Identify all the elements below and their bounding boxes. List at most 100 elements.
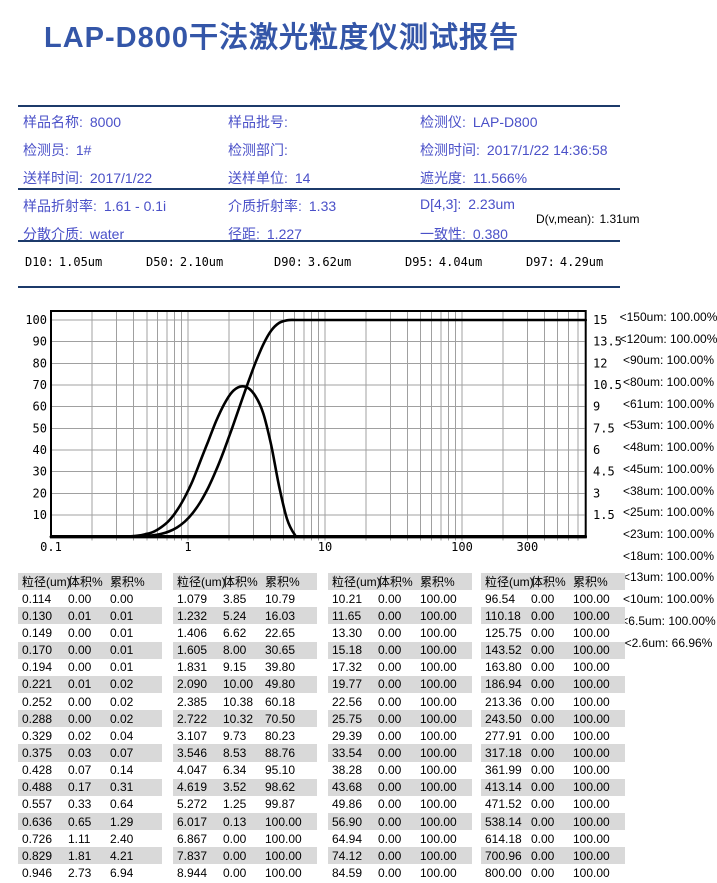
- axis-tick-label: 300: [517, 540, 539, 554]
- axis-tick-label: 9: [593, 400, 600, 414]
- field-label: D(v,mean):: [536, 212, 594, 226]
- table-row: 43.680.00100.00: [328, 779, 472, 796]
- table-cell: 800.00: [481, 866, 527, 880]
- field-span: 径距:1.227: [228, 224, 302, 244]
- field-label: 样品折射率:: [23, 198, 97, 214]
- field-sample-batch: 样品批号:: [228, 112, 295, 132]
- threshold-item: <48um: 100.00%: [620, 436, 717, 458]
- table-cell: 6.62: [219, 626, 261, 640]
- field-label: 检测仪:: [420, 114, 466, 130]
- table-row: 0.5570.330.64: [18, 796, 162, 813]
- table-cell: 0.00: [64, 643, 106, 657]
- table-cell: 99.87: [261, 797, 317, 811]
- table-cell: 2.40: [106, 832, 162, 846]
- table-cell: 88.76: [261, 746, 317, 760]
- field-value: 1.61 - 0.1i: [104, 198, 166, 214]
- table-cell: 9.73: [219, 729, 261, 743]
- table-cell: 80.23: [261, 729, 317, 743]
- table-cell: 100.00: [416, 677, 472, 691]
- table-cell: 100.00: [569, 609, 625, 623]
- table-cell: 1.232: [173, 609, 219, 623]
- table-cell: 体积%: [219, 573, 261, 590]
- table-cell: 100.00: [416, 626, 472, 640]
- table-cell: 0.829: [18, 849, 64, 863]
- table-cell: 100.00: [261, 849, 317, 863]
- table-cell: 0.114: [18, 592, 64, 606]
- table-row: 110.180.00100.00: [481, 607, 625, 624]
- table-cell: 0.428: [18, 763, 64, 777]
- table-cell: 38.28: [328, 763, 374, 777]
- table-row: 1.4066.6222.65: [173, 624, 317, 641]
- threshold-item: <53um: 100.00%: [620, 415, 717, 437]
- table-row: 2.38510.3860.18: [173, 693, 317, 710]
- table-cell: 100.00: [416, 815, 472, 829]
- page-title: LAP-D800干法激光粒度仪测试报告: [44, 14, 519, 56]
- field-value: 0.380: [473, 226, 508, 242]
- table-cell: 10.21: [328, 592, 374, 606]
- table-row: 7.8370.00100.00: [173, 847, 317, 864]
- axis-tick-label: 15: [593, 313, 607, 327]
- table-cell: 0.00: [527, 832, 569, 846]
- table-cell: 粒径(um): [18, 573, 64, 590]
- axis-tick-label: 7.5: [593, 421, 615, 435]
- table-cell: 0.00: [527, 849, 569, 863]
- table-cell: 538.14: [481, 815, 527, 829]
- field-value: 1#: [76, 142, 92, 158]
- field-value: 2.10um: [180, 255, 223, 269]
- table-cell: 0.00: [527, 712, 569, 726]
- table-cell: 0.170: [18, 643, 64, 657]
- table-cell: 10.79: [261, 592, 317, 606]
- table-cell: 0.00: [64, 592, 106, 606]
- table-cell: 100.00: [416, 660, 472, 674]
- table-cell: 100.00: [416, 780, 472, 794]
- chart-shape: [51, 320, 586, 537]
- field-value: 4.04um: [439, 255, 482, 269]
- table-cell: 100.00: [416, 832, 472, 846]
- table-cell: 0.00: [374, 763, 416, 777]
- table-cell: 0.01: [106, 643, 162, 657]
- table-row: 29.390.00100.00: [328, 727, 472, 744]
- axis-tick-label: 3: [593, 486, 600, 500]
- field-delivery-time: 送样时间:2017/1/22: [23, 168, 152, 188]
- field-label: 分散介质:: [23, 226, 83, 242]
- table-cell: 100.00: [569, 695, 625, 709]
- table-row: 0.3750.030.07: [18, 744, 162, 761]
- table-cell: 5.24: [219, 609, 261, 623]
- field-value: LAP-D800: [473, 114, 538, 130]
- table-row: 4.0476.3495.10: [173, 762, 317, 779]
- field-label: D[4,3]:: [420, 196, 461, 212]
- table-cell: 0.00: [219, 849, 261, 863]
- table-cell: 0.00: [527, 695, 569, 709]
- field-label: 送样时间:: [23, 170, 83, 186]
- table-cell: 0.07: [64, 763, 106, 777]
- table-cell: 100.00: [569, 677, 625, 691]
- field-medium-ri: 介质折射率:1.33: [228, 196, 336, 216]
- table-row: 0.4280.070.14: [18, 762, 162, 779]
- table-cell: 0.00: [527, 609, 569, 623]
- table-cell: 8.944: [173, 866, 219, 880]
- table-cell: 0.02: [64, 729, 106, 743]
- table-row: 163.800.00100.00: [481, 659, 625, 676]
- axis-tick-label: 100: [25, 313, 47, 327]
- field-value: 8000: [90, 114, 121, 130]
- table-cell: 100.00: [416, 849, 472, 863]
- table-cell: 0.01: [64, 677, 106, 691]
- table-cell: 163.80: [481, 660, 527, 674]
- size-table-1: 粒径(um)体积%累积%0.1140.000.000.1300.010.010.…: [18, 573, 162, 882]
- table-cell: 100.00: [416, 695, 472, 709]
- table-cell: 100.00: [416, 866, 472, 880]
- table-cell: 0.375: [18, 746, 64, 760]
- table-cell: 3.85: [219, 592, 261, 606]
- field-value: 11.566%: [473, 170, 527, 186]
- table-cell: 1.81: [64, 849, 106, 863]
- table-row: 8.9440.00100.00: [173, 864, 317, 881]
- field-sample-name: 样品名称: 8000: [23, 112, 121, 132]
- table-cell: 39.80: [261, 660, 317, 674]
- field-label: 样品名称:: [23, 114, 83, 130]
- table-cell: 0.00: [527, 797, 569, 811]
- threshold-item: <38um: 100.00%: [620, 480, 717, 502]
- table-cell: 30.65: [261, 643, 317, 657]
- field-d50: D50:2.10um: [146, 255, 223, 269]
- table-cell: 100.00: [416, 746, 472, 760]
- table-cell: 0.00: [527, 677, 569, 691]
